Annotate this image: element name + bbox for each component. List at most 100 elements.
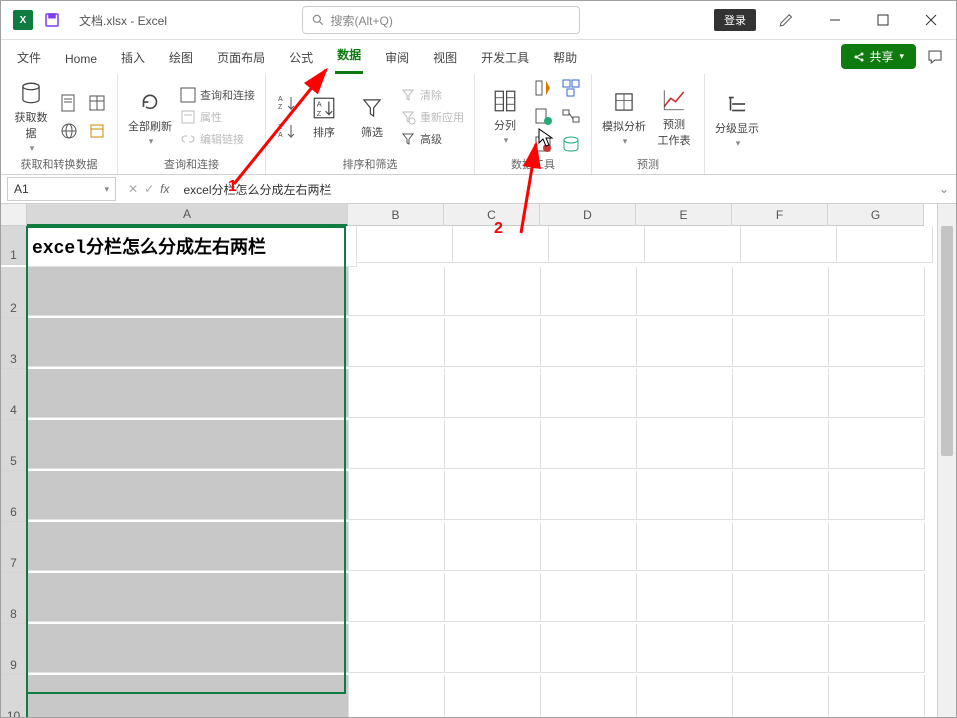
cell-D6[interactable] — [541, 471, 637, 520]
data-validation-icon[interactable] — [533, 134, 553, 154]
col-header-F[interactable]: F — [732, 204, 828, 226]
close-button[interactable] — [914, 5, 948, 35]
cell-C2[interactable] — [445, 267, 541, 316]
cell-G4[interactable] — [829, 369, 925, 418]
cell-E3[interactable] — [637, 318, 733, 367]
cell-D3[interactable] — [541, 318, 637, 367]
cell-B3[interactable] — [349, 318, 445, 367]
cell-F4[interactable] — [733, 369, 829, 418]
col-header-G[interactable]: G — [828, 204, 924, 226]
vertical-scrollbar[interactable] — [937, 204, 956, 717]
row-header-6[interactable]: 6 — [1, 471, 28, 522]
queries-connections-button[interactable]: 查询和连接 — [180, 87, 255, 103]
cell-A4[interactable] — [28, 369, 349, 418]
col-header-A[interactable]: A — [27, 204, 348, 226]
from-text-icon[interactable] — [59, 93, 79, 113]
cell-C9[interactable] — [445, 624, 541, 673]
cell-C8[interactable] — [445, 573, 541, 622]
row-header-8[interactable]: 8 — [1, 573, 28, 624]
col-header-D[interactable]: D — [540, 204, 636, 226]
formula-input[interactable]: excel分栏怎么分成左右两栏 — [175, 181, 932, 198]
cell-E9[interactable] — [637, 624, 733, 673]
cell-A8[interactable] — [28, 573, 349, 622]
cell-D5[interactable] — [541, 420, 637, 469]
cell-E8[interactable] — [637, 573, 733, 622]
tab-dev[interactable]: 开发工具 — [479, 43, 531, 74]
cell-A2[interactable] — [28, 267, 349, 316]
cell-B7[interactable] — [349, 522, 445, 571]
maximize-button[interactable] — [866, 5, 900, 35]
cell-G3[interactable] — [829, 318, 925, 367]
save-icon[interactable] — [43, 11, 61, 29]
row-header-2[interactable]: 2 — [1, 267, 28, 318]
tab-help[interactable]: 帮助 — [551, 43, 579, 74]
cell-D1[interactable] — [549, 226, 645, 263]
cell-D2[interactable] — [541, 267, 637, 316]
cell-C6[interactable] — [445, 471, 541, 520]
fx-icon[interactable]: fx — [160, 182, 169, 196]
filter-button[interactable]: 筛选 — [352, 94, 392, 140]
name-box[interactable]: A1 ▾ — [7, 177, 116, 201]
cell-C5[interactable] — [445, 420, 541, 469]
row-header-7[interactable]: 7 — [1, 522, 28, 573]
cancel-formula-icon[interactable]: ✕ — [128, 182, 138, 196]
relationships-icon[interactable] — [561, 106, 581, 126]
tab-formula[interactable]: 公式 — [287, 43, 315, 74]
col-header-B[interactable]: B — [348, 204, 444, 226]
cell-F2[interactable] — [733, 267, 829, 316]
data-model-icon[interactable] — [561, 134, 581, 154]
from-web-icon[interactable] — [59, 121, 79, 141]
tab-home[interactable]: Home — [63, 46, 99, 74]
pen-icon[interactable] — [770, 5, 804, 35]
cell-E6[interactable] — [637, 471, 733, 520]
cell-G7[interactable] — [829, 522, 925, 571]
cell-E4[interactable] — [637, 369, 733, 418]
cell-A6[interactable] — [28, 471, 349, 520]
cell-C3[interactable] — [445, 318, 541, 367]
cell-E1[interactable] — [645, 226, 741, 263]
minimize-button[interactable] — [818, 5, 852, 35]
sort-asc-icon[interactable]: AZ — [276, 93, 296, 113]
cell-D10[interactable] — [541, 675, 637, 717]
recent-sources-icon[interactable] — [87, 121, 107, 141]
cell-C7[interactable] — [445, 522, 541, 571]
tab-data[interactable]: 数据 — [335, 40, 363, 74]
row-header-1[interactable]: 1 — [1, 226, 28, 265]
scrollbar-thumb[interactable] — [941, 226, 953, 456]
cell-B4[interactable] — [349, 369, 445, 418]
get-data-button[interactable]: 获取数 据▾ — [11, 79, 51, 154]
cell-F10[interactable] — [733, 675, 829, 717]
cell-F3[interactable] — [733, 318, 829, 367]
row-header-4[interactable]: 4 — [1, 369, 28, 420]
tab-draw[interactable]: 绘图 — [167, 43, 195, 74]
cell-F8[interactable] — [733, 573, 829, 622]
row-header-10[interactable]: 10 — [1, 675, 28, 717]
col-header-C[interactable]: C — [444, 204, 540, 226]
cell-A10[interactable] — [28, 675, 349, 717]
cell-E7[interactable] — [637, 522, 733, 571]
forecast-button[interactable]: 预测 工作表 — [654, 86, 694, 148]
refresh-all-button[interactable]: 全部刷新▾ — [128, 88, 172, 147]
cell-A7[interactable] — [28, 522, 349, 571]
cell-C1[interactable] — [453, 226, 549, 263]
cell-G2[interactable] — [829, 267, 925, 316]
cell-G9[interactable] — [829, 624, 925, 673]
cell-B5[interactable] — [349, 420, 445, 469]
outline-button[interactable]: 分级显示▾ — [715, 90, 759, 149]
cell-G5[interactable] — [829, 420, 925, 469]
cell-D4[interactable] — [541, 369, 637, 418]
cell-D7[interactable] — [541, 522, 637, 571]
cell-B6[interactable] — [349, 471, 445, 520]
tab-view[interactable]: 视图 — [431, 43, 459, 74]
text-to-columns-button[interactable]: 分列▾ — [485, 87, 525, 146]
tab-insert[interactable]: 插入 — [119, 43, 147, 74]
cell-B1[interactable] — [357, 226, 453, 263]
col-header-E[interactable]: E — [636, 204, 732, 226]
consolidate-icon[interactable] — [561, 78, 581, 98]
cell-E2[interactable] — [637, 267, 733, 316]
cell-B8[interactable] — [349, 573, 445, 622]
advanced-filter-button[interactable]: 高级 — [400, 131, 464, 147]
share-button[interactable]: 共享 ▾ — [841, 44, 916, 69]
cell-B2[interactable] — [349, 267, 445, 316]
row-header-3[interactable]: 3 — [1, 318, 28, 369]
